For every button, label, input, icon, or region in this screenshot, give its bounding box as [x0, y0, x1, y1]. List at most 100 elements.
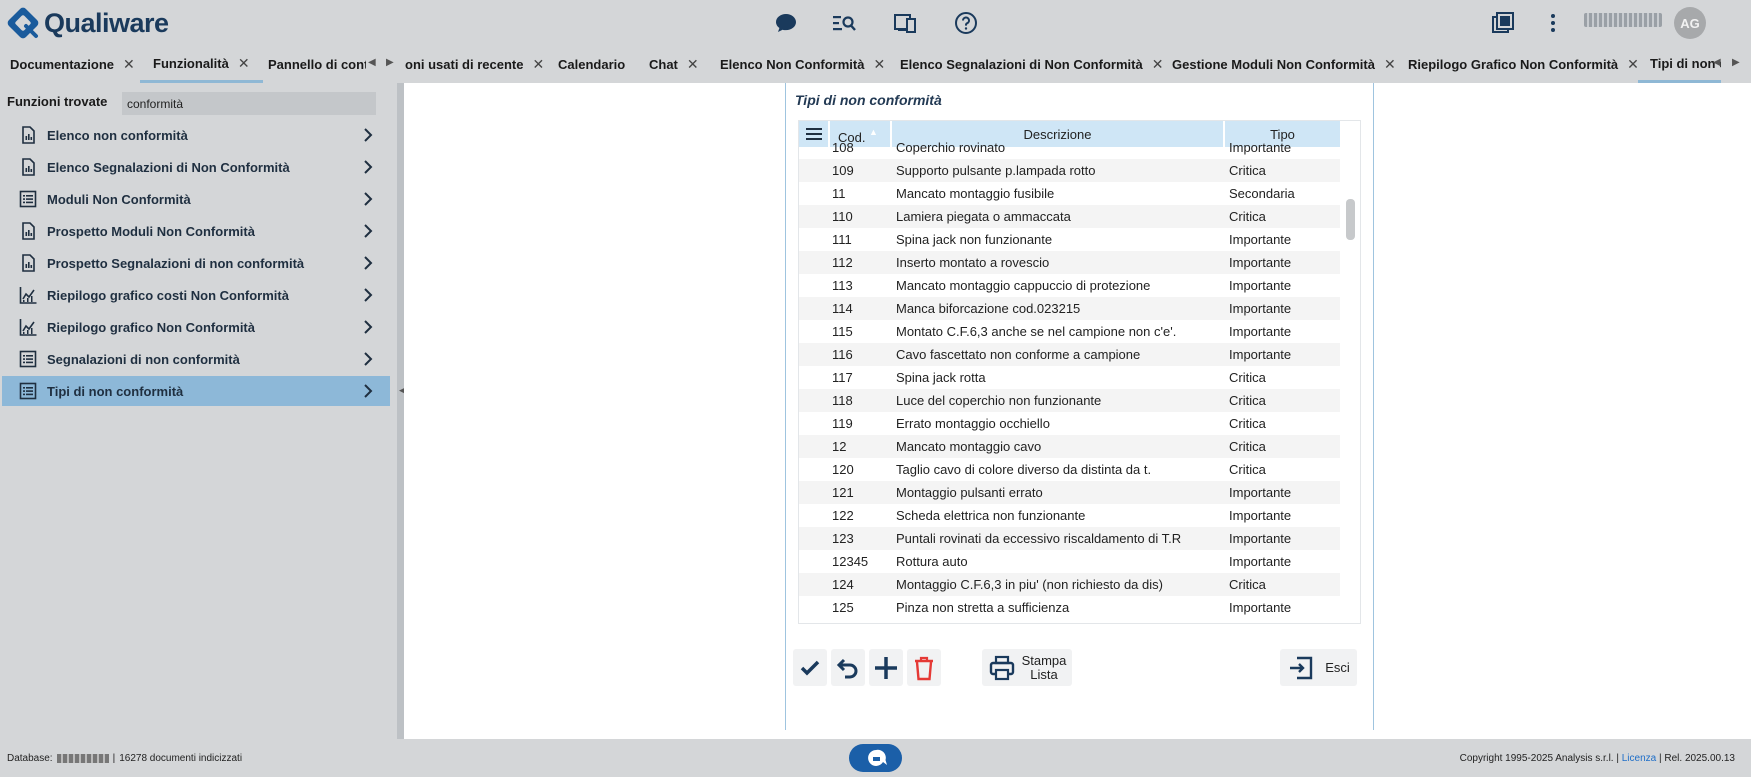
cell-cod: 112	[832, 255, 853, 270]
cell-cod: 12	[832, 439, 847, 454]
search-list-icon[interactable]	[832, 11, 856, 35]
chat-icon[interactable]	[774, 11, 798, 35]
windows-icon[interactable]	[1491, 11, 1515, 35]
tab-documentazione[interactable]: Documentazione ✕	[10, 46, 135, 83]
undo-button[interactable]	[831, 649, 865, 686]
close-icon[interactable]: ✕	[873, 56, 885, 73]
tab-pannello-di-controllo[interactable]: Pannello di controllo	[268, 46, 366, 83]
user-name-redacted	[1584, 13, 1662, 27]
tab-calendario[interactable]: Calendario	[558, 46, 625, 83]
print-list-button[interactable]: Stampa Lista	[982, 649, 1072, 686]
license-link[interactable]: Licenza	[1622, 753, 1656, 764]
table-row[interactable]: 109 Supporto pulsante p.lampada rotto Crit…	[799, 159, 1340, 182]
tab-tipi-di-non-conformita[interactable]: Tipi di non c	[1638, 46, 1721, 83]
close-icon[interactable]: ✕	[532, 56, 544, 73]
table-row[interactable]: 121 Montaggio pulsanti errato Importante	[799, 481, 1340, 504]
close-icon[interactable]: ✕	[1384, 56, 1396, 73]
menu-item-prospetto-moduli[interactable]: Prospetto Moduli Non Conformità	[2, 216, 390, 246]
tab-elenco-non-conformita[interactable]: Elenco Non Conformità ✕	[720, 46, 885, 83]
chat-launcher-button[interactable]	[849, 744, 902, 772]
menu-item-tipi-non-conformita[interactable]: Tipi di non conformità	[2, 376, 390, 406]
cell-tipo: Critica	[1229, 577, 1266, 592]
menu-item-segnalazioni[interactable]: Segnalazioni di non conformità	[2, 344, 390, 374]
menu-item-prospetto-segnalazioni[interactable]: Prospetto Segnalazioni di non conformità	[2, 248, 390, 278]
tab-gestione-moduli[interactable]: Gestione Moduli Non Conformità ✕	[1172, 46, 1396, 83]
list-icon	[19, 382, 37, 400]
table-row[interactable]: 108 Coperchio rovinato Importante	[799, 136, 1340, 159]
cell-tipo: Importante	[1229, 485, 1292, 500]
table-row[interactable]: 112 Inserto montato a rovescio Importante	[799, 251, 1340, 274]
tipi-non-conformita-form: Tipi di non conformità Cod. ▲ Descrizion…	[785, 83, 1374, 730]
close-icon[interactable]: ✕	[238, 55, 250, 72]
check-icon	[800, 660, 820, 675]
menu-item-riepilogo-costi[interactable]: Riepilogo grafico costi Non Conformità	[2, 280, 390, 310]
print-label-line2: Lista	[1030, 666, 1058, 682]
undo-icon	[836, 658, 858, 678]
tab-scroll-left-icon[interactable]: ◀	[368, 57, 376, 68]
menu-item-label: Tipi di non conformità	[47, 383, 184, 399]
close-icon[interactable]: ✕	[1152, 56, 1164, 73]
cell-cod: 12345	[832, 554, 869, 569]
menu-item-riepilogo-grafico[interactable]: Riepilogo grafico Non Conformità	[2, 312, 390, 342]
tab-elenco-segnalazioni[interactable]: Elenco Segnalazioni di Non Conformità ✕	[900, 46, 1163, 83]
vertical-scrollbar[interactable]	[1346, 199, 1355, 240]
table-row[interactable]: 115 Montato C.F.6,3 anche se nel campione…	[799, 320, 1340, 343]
report-icon	[22, 158, 35, 176]
menu-item-elenco-non-conformita[interactable]: Elenco non conformità	[2, 120, 390, 150]
panel-splitter[interactable]	[397, 83, 404, 739]
cell-cod: 122	[832, 508, 854, 523]
cell-descrizione: Mancato montaggio fusibile	[896, 186, 1055, 201]
table-row[interactable]: 125 Pinza non stretta a sufficienza Import…	[799, 596, 1340, 619]
table-row[interactable]: 11 Mancato montaggio fusibile Secondaria	[799, 182, 1340, 205]
close-icon[interactable]: ✕	[687, 56, 699, 73]
delete-button[interactable]	[907, 649, 941, 686]
help-icon[interactable]	[954, 11, 978, 35]
search-input[interactable]	[122, 92, 376, 115]
cell-descrizione: Scheda elettrica non funzionante	[896, 508, 1086, 523]
tab-riepilogo-grafico[interactable]: Riepilogo Grafico Non Conformità ✕	[1408, 46, 1639, 83]
cell-cod: 124	[832, 577, 854, 592]
menu-item-moduli-non-conformita[interactable]: Moduli Non Conformità	[2, 184, 390, 214]
cell-cod: 125	[832, 600, 854, 615]
chevron-right-icon	[364, 320, 373, 334]
close-icon[interactable]: ✕	[123, 56, 135, 73]
table-row[interactable]: 119 Errato montaggio occhiello Critica	[799, 412, 1340, 435]
table-row[interactable]: 110 Lamiera piegata o ammaccata Critica	[799, 205, 1340, 228]
cell-descrizione: Manca biforcazione cod.023215	[896, 301, 1081, 316]
table-row[interactable]: 111 Spina jack non funzionante Importante	[799, 228, 1340, 251]
table-row[interactable]: 124 Montaggio C.F.6,3 in piu' (non richie…	[799, 573, 1340, 596]
tab-recenti[interactable]: oni usati di recente ✕	[405, 46, 544, 83]
confirm-button[interactable]	[793, 649, 827, 686]
add-button[interactable]	[869, 649, 903, 686]
printer-icon	[989, 655, 1014, 680]
cell-tipo: Secondaria	[1229, 186, 1295, 201]
table-row[interactable]: 113 Mancato montaggio cappuccio di protez…	[799, 274, 1340, 297]
avatar[interactable]: AG	[1674, 7, 1706, 39]
tab-chat[interactable]: Chat ✕	[649, 46, 699, 83]
table-row[interactable]: 12 Mancato montaggio cavo Critica	[799, 435, 1340, 458]
table-row[interactable]: 117 Spina jack rotta Critica	[799, 366, 1340, 389]
cell-cod: 119	[832, 416, 853, 431]
copyright-text: Copyright 1995-2025 Analysis s.r.l. |	[1459, 753, 1619, 764]
devices-icon[interactable]	[893, 11, 917, 35]
tab-funzionalita[interactable]: Funzionalità ✕	[140, 46, 263, 83]
table-row[interactable]: 120 Taglio cavo di colore diverso da dist…	[799, 458, 1340, 481]
table-row[interactable]: 123 Puntali rovinati da eccessivo riscald…	[799, 527, 1340, 550]
exit-label: Esci	[1325, 659, 1350, 675]
exit-button[interactable]: Esci	[1280, 649, 1357, 686]
table-row[interactable]: 12345 Rottura auto Importante	[799, 550, 1340, 573]
cell-tipo: Importante	[1229, 301, 1292, 316]
tab-scroll-right-icon[interactable]: ▶	[386, 57, 394, 68]
table-row[interactable]: 114 Manca biforcazione cod.023215 Importan…	[799, 297, 1340, 320]
cell-descrizione: Montaggio pulsanti errato	[896, 485, 1043, 500]
table-row[interactable]: 116 Cavo fascettato non conforme a campio…	[799, 343, 1340, 366]
table-row[interactable]: 118 Luce del coperchio non funzionante Cri…	[799, 389, 1340, 412]
cell-tipo: Importante	[1229, 140, 1292, 155]
tab-scroll-right-icon[interactable]: ▶	[1732, 57, 1740, 68]
table-row[interactable]: 122 Scheda elettrica non funzionante Impor…	[799, 504, 1340, 527]
cell-cod: 110	[832, 209, 853, 224]
more-vert-icon[interactable]	[1541, 11, 1565, 35]
tab-scroll-left-icon[interactable]: ◀	[1713, 57, 1721, 68]
menu-item-elenco-segnalazioni[interactable]: Elenco Segnalazioni di Non Conformità	[2, 152, 390, 182]
qualiware-logo[interactable]: Qualiware	[6, 6, 169, 40]
